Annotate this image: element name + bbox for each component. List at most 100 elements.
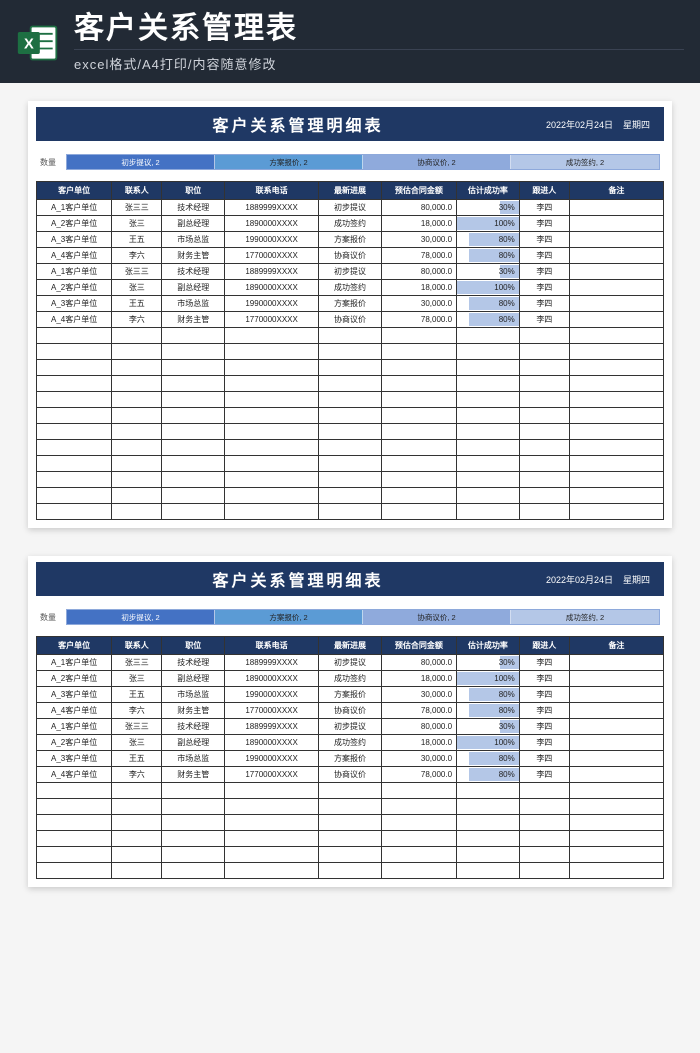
cell-remark bbox=[569, 671, 663, 687]
cell-remark bbox=[569, 232, 663, 248]
header-bar: X 客户关系管理表 excel格式/A4打印/内容随意修改 bbox=[0, 0, 700, 83]
cell-amount: 78,000.0 bbox=[381, 248, 456, 264]
cell-phone: 1770000XXXX bbox=[225, 703, 319, 719]
sheets-container: 客户关系管理明细表2022年02月24日星期四数量初步提议, 2方案报价, 2协… bbox=[0, 83, 700, 905]
column-header: 联系电话 bbox=[225, 182, 319, 200]
cell-remark bbox=[569, 655, 663, 671]
cell-title: 财务主管 bbox=[162, 312, 225, 328]
table-row: A_4客户单位李六财务主管1770000XXXX协商议价78,000.080%李… bbox=[37, 703, 664, 719]
cell-progress: 方案报价 bbox=[319, 296, 382, 312]
stacked-bar-chart: 数量初步提议, 2方案报价, 2协商议价, 2成功签约, 2 bbox=[40, 151, 660, 173]
chart-segment: 协商议价, 2 bbox=[363, 610, 511, 624]
cell-contact: 张三三 bbox=[112, 200, 162, 216]
chart-segment: 方案报价, 2 bbox=[215, 610, 363, 624]
cell-rate: 30% bbox=[457, 655, 520, 671]
cell-amount: 78,000.0 bbox=[381, 312, 456, 328]
cell-rate: 30% bbox=[457, 719, 520, 735]
sheet-preview-1: 客户关系管理明细表2022年02月24日星期四数量初步提议, 2方案报价, 2协… bbox=[28, 101, 672, 528]
cell-remark bbox=[569, 719, 663, 735]
data-table: 客户单位联系人职位联系电话最新进展预估合同金额估计成功率跟进人备注A_1客户单位… bbox=[36, 636, 664, 879]
cell-title: 技术经理 bbox=[162, 200, 225, 216]
table-row-empty bbox=[37, 392, 664, 408]
table-row: A_4客户单位李六财务主管1770000XXXX协商议价78,000.080%李… bbox=[37, 312, 664, 328]
cell-title: 副总经理 bbox=[162, 280, 225, 296]
cell-rate: 100% bbox=[457, 280, 520, 296]
table-row: A_3客户单位王五市场总监1990000XXXX方案报价30,000.080%李… bbox=[37, 296, 664, 312]
cell-owner: 李四 bbox=[519, 767, 569, 783]
cell-title: 市场总监 bbox=[162, 751, 225, 767]
chart-segment: 成功签约, 2 bbox=[511, 610, 659, 624]
table-row-empty bbox=[37, 504, 664, 520]
table-row-empty bbox=[37, 456, 664, 472]
cell-progress: 成功签约 bbox=[319, 280, 382, 296]
cell-rate: 80% bbox=[457, 248, 520, 264]
cell-contact: 张三三 bbox=[112, 264, 162, 280]
cell-phone: 1890000XXXX bbox=[225, 735, 319, 751]
cell-owner: 李四 bbox=[519, 280, 569, 296]
cell-title: 财务主管 bbox=[162, 767, 225, 783]
cell-unit: A_3客户单位 bbox=[37, 751, 112, 767]
cell-rate: 100% bbox=[457, 735, 520, 751]
column-header: 估计成功率 bbox=[457, 637, 520, 655]
cell-amount: 18,000.0 bbox=[381, 671, 456, 687]
cell-phone: 1990000XXXX bbox=[225, 687, 319, 703]
cell-contact: 李六 bbox=[112, 312, 162, 328]
cell-owner: 李四 bbox=[519, 248, 569, 264]
cell-unit: A_1客户单位 bbox=[37, 200, 112, 216]
column-header: 最新进展 bbox=[319, 637, 382, 655]
cell-progress: 协商议价 bbox=[319, 312, 382, 328]
excel-icon: X bbox=[16, 21, 60, 65]
table-row: A_3客户单位王五市场总监1990000XXXX方案报价30,000.080%李… bbox=[37, 687, 664, 703]
stacked-bar-chart: 数量初步提议, 2方案报价, 2协商议价, 2成功签约, 2 bbox=[40, 606, 660, 628]
cell-amount: 78,000.0 bbox=[381, 767, 456, 783]
cell-rate: 80% bbox=[457, 232, 520, 248]
table-row: A_4客户单位李六财务主管1770000XXXX协商议价78,000.080%李… bbox=[37, 248, 664, 264]
sheet-preview-2: 客户关系管理明细表2022年02月24日星期四数量初步提议, 2方案报价, 2协… bbox=[28, 556, 672, 887]
table-row-empty bbox=[37, 472, 664, 488]
cell-rate: 80% bbox=[457, 312, 520, 328]
cell-phone: 1890000XXXX bbox=[225, 671, 319, 687]
cell-title: 副总经理 bbox=[162, 671, 225, 687]
cell-rate: 80% bbox=[457, 687, 520, 703]
cell-contact: 张三 bbox=[112, 280, 162, 296]
page-subtitle: excel格式/A4打印/内容随意修改 bbox=[74, 49, 684, 73]
cell-phone: 1990000XXXX bbox=[225, 751, 319, 767]
cell-title: 技术经理 bbox=[162, 264, 225, 280]
table-row-empty bbox=[37, 783, 664, 799]
cell-progress: 初步提议 bbox=[319, 719, 382, 735]
cell-contact: 张三 bbox=[112, 216, 162, 232]
table-row: A_4客户单位李六财务主管1770000XXXX协商议价78,000.080%李… bbox=[37, 767, 664, 783]
svg-text:X: X bbox=[24, 36, 34, 52]
cell-progress: 协商议价 bbox=[319, 767, 382, 783]
column-header: 跟进人 bbox=[519, 637, 569, 655]
cell-title: 市场总监 bbox=[162, 296, 225, 312]
cell-owner: 李四 bbox=[519, 200, 569, 216]
cell-phone: 1889999XXXX bbox=[225, 655, 319, 671]
table-row: A_2客户单位张三副总经理1890000XXXX成功签约18,000.0100%… bbox=[37, 671, 664, 687]
cell-progress: 方案报价 bbox=[319, 687, 382, 703]
column-header: 客户单位 bbox=[37, 182, 112, 200]
cell-remark bbox=[569, 248, 663, 264]
table-row-empty bbox=[37, 376, 664, 392]
cell-amount: 80,000.0 bbox=[381, 200, 456, 216]
table-row: A_3客户单位王五市场总监1990000XXXX方案报价30,000.080%李… bbox=[37, 751, 664, 767]
table-row-empty bbox=[37, 424, 664, 440]
table-row: A_1客户单位张三三技术经理1889999XXXX初步提议80,000.030%… bbox=[37, 655, 664, 671]
cell-progress: 方案报价 bbox=[319, 751, 382, 767]
cell-phone: 1890000XXXX bbox=[225, 216, 319, 232]
table-row: A_2客户单位张三副总经理1890000XXXX成功签约18,000.0100%… bbox=[37, 280, 664, 296]
sheet-weekday: 星期四 bbox=[623, 573, 650, 586]
cell-unit: A_4客户单位 bbox=[37, 767, 112, 783]
sheet-weekday: 星期四 bbox=[623, 118, 650, 131]
cell-amount: 30,000.0 bbox=[381, 232, 456, 248]
cell-progress: 方案报价 bbox=[319, 232, 382, 248]
cell-amount: 78,000.0 bbox=[381, 703, 456, 719]
cell-amount: 18,000.0 bbox=[381, 216, 456, 232]
cell-contact: 张三 bbox=[112, 671, 162, 687]
cell-progress: 协商议价 bbox=[319, 248, 382, 264]
cell-title: 副总经理 bbox=[162, 735, 225, 751]
chart-segment: 协商议价, 2 bbox=[363, 155, 511, 169]
table-row-empty bbox=[37, 831, 664, 847]
column-header: 估计成功率 bbox=[457, 182, 520, 200]
cell-amount: 30,000.0 bbox=[381, 751, 456, 767]
